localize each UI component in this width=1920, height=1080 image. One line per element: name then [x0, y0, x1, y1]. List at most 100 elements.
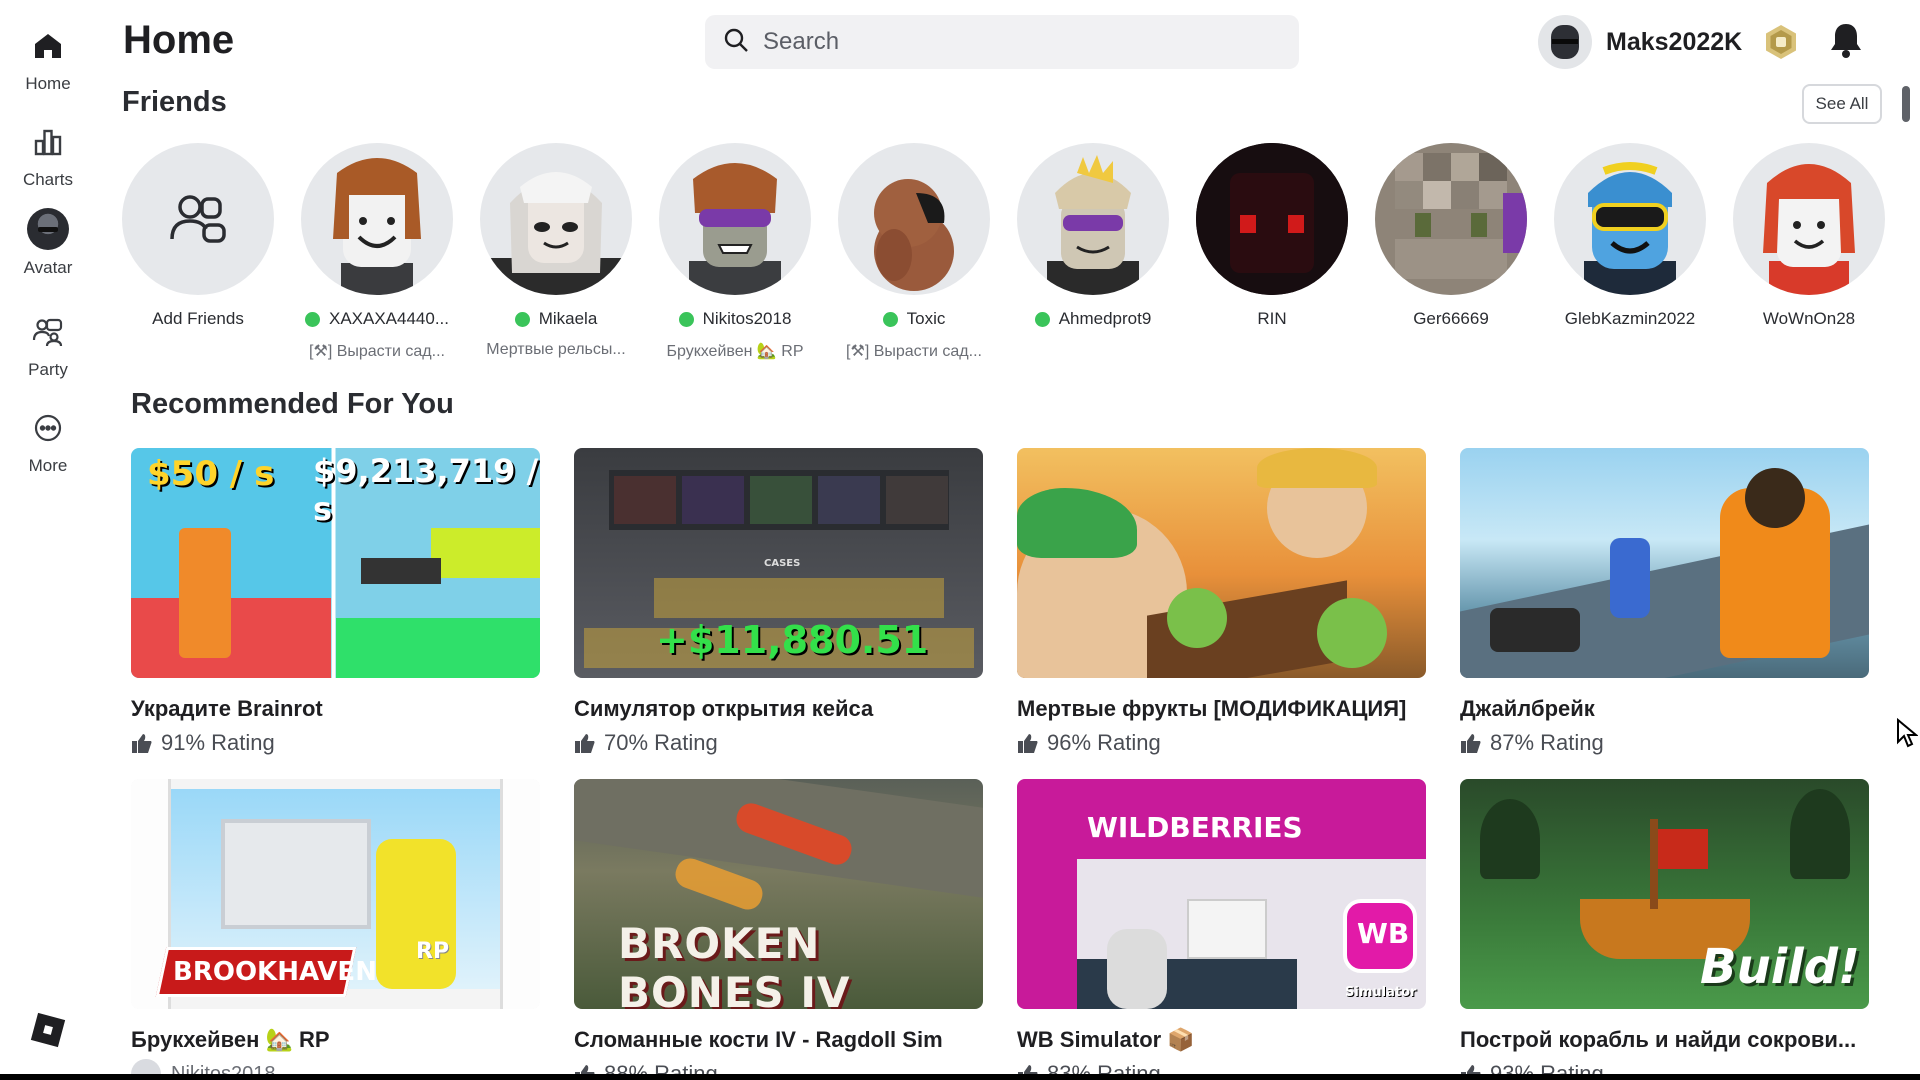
- sidebar-item-more[interactable]: More: [0, 402, 96, 488]
- game-card[interactable]: $50 / s $9,213,719 / s Украдите Brainrot…: [131, 448, 540, 756]
- friend-avatar[interactable]: [480, 143, 632, 295]
- more-icon: [30, 410, 66, 446]
- friend-avatar[interactable]: [1196, 143, 1348, 295]
- game-thumbnail[interactable]: [1460, 448, 1869, 678]
- online-indicator: [1034, 311, 1050, 327]
- game-card[interactable]: BROKEN BONES IV Сломанные кости IV - Rag…: [574, 779, 983, 1080]
- game-thumbnail[interactable]: WILDBERRIES WB Simulator: [1017, 779, 1426, 1009]
- game-thumbnail[interactable]: $50 / s $9,213,719 / s: [131, 448, 540, 678]
- game-title[interactable]: Сломанные кости IV - Ragdoll Sim: [574, 1027, 983, 1053]
- game-card[interactable]: Build! Построй корабль и найди сокрови..…: [1460, 779, 1869, 1080]
- friend-name: Ger66669: [1413, 309, 1489, 328]
- roblox-logo-icon[interactable]: [30, 1012, 66, 1048]
- friend-item[interactable]: XAXAXA4440... [⚒] Вырасти сад...: [288, 143, 466, 361]
- see-all-button[interactable]: See All: [1802, 84, 1882, 124]
- game-title[interactable]: WB Simulator 📦: [1017, 1027, 1426, 1053]
- party-icon: [30, 314, 66, 350]
- friend-avatar[interactable]: [1017, 143, 1169, 295]
- friend-avatar[interactable]: [1554, 143, 1706, 295]
- rating-text: 96% Rating: [1047, 730, 1161, 755]
- recommended-title: Recommended For You: [131, 388, 454, 420]
- friend-avatar[interactable]: [659, 143, 811, 295]
- thumbnail-text: Build!: [1700, 939, 1860, 995]
- friend-game[interactable]: Брукхейвен 🏡 RP: [667, 341, 804, 361]
- avatar-icon: [27, 208, 69, 250]
- friend-name: WoWnOn28: [1762, 309, 1856, 328]
- game-thumbnail[interactable]: BROOKHAVEN RP: [131, 779, 540, 1009]
- game-card[interactable]: CASES +$11,880.51 Симулятор открытия кей…: [574, 448, 983, 756]
- charts-icon: [30, 124, 66, 160]
- game-thumbnail[interactable]: Build!: [1460, 779, 1869, 1009]
- notification-bell-icon[interactable]: [1826, 20, 1866, 60]
- friend-name: Mikaela: [538, 309, 598, 328]
- thumbnail-text: RP: [416, 939, 450, 964]
- friend-item[interactable]: Toxic [⚒] Вырасти сад...: [825, 143, 1003, 361]
- friend-item[interactable]: Nikitos2018 Брукхейвен 🏡 RP: [646, 143, 824, 361]
- game-rating: 91% Rating: [131, 730, 540, 756]
- game-title[interactable]: Мертвые фрукты [МОДИФИКАЦИЯ]: [1017, 696, 1426, 722]
- search-input[interactable]: [763, 28, 1243, 56]
- friend-item[interactable]: WoWnOn28: [1720, 143, 1898, 329]
- friend-item[interactable]: GlebKazmin2022: [1541, 143, 1719, 329]
- sidebar-item-charts[interactable]: Charts: [0, 116, 96, 202]
- thumbnail-text: Simulator: [1345, 985, 1417, 1000]
- sidebar-item-party[interactable]: Party: [0, 306, 96, 392]
- thumbs-up-icon: [1018, 734, 1038, 753]
- search-bar[interactable]: [705, 15, 1299, 69]
- friend-name: GlebKazmin2022: [1564, 309, 1696, 328]
- game-thumbnail[interactable]: [1017, 448, 1426, 678]
- friend-item[interactable]: Mikaela Мертвые рельсы...: [467, 143, 645, 359]
- friend-name: RIN: [1257, 309, 1287, 328]
- game-title[interactable]: Симулятор открытия кейса: [574, 696, 983, 722]
- sidebar-item-label: More: [28, 456, 68, 475]
- friend-item[interactable]: Ger66669: [1362, 143, 1540, 329]
- game-card[interactable]: Мертвые фрукты [МОДИФИКАЦИЯ] 96% Rating: [1017, 448, 1426, 756]
- game-title[interactable]: Украдите Brainrot: [131, 696, 540, 722]
- rating-text: 91% Rating: [161, 730, 275, 755]
- thumbnail-text: BROOKHAVEN: [173, 957, 377, 987]
- user-menu[interactable]: Maks2022K: [1538, 14, 1800, 70]
- sidebar-item-avatar[interactable]: Avatar: [0, 208, 96, 294]
- friend-avatar[interactable]: [1375, 143, 1527, 295]
- friend-name: Toxic: [906, 309, 946, 328]
- game-thumbnail[interactable]: CASES +$11,880.51: [574, 448, 983, 678]
- add-friends-button[interactable]: Add Friends: [109, 143, 287, 329]
- rating-text: 70% Rating: [604, 730, 718, 755]
- friend-name: XAXAXA4440...: [328, 309, 450, 328]
- online-indicator: [678, 311, 694, 327]
- friend-game[interactable]: [⚒] Вырасти сад...: [846, 341, 982, 361]
- friend-item[interactable]: Ahmedprot9: [1004, 143, 1182, 341]
- username[interactable]: Maks2022K: [1606, 28, 1742, 57]
- avatar[interactable]: [1538, 15, 1592, 69]
- page-scrollbar[interactable]: [1902, 86, 1910, 122]
- thumbnail-text: WB: [1357, 917, 1410, 950]
- thumbnail-text: WILDBERRIES: [1087, 811, 1303, 844]
- robux-icon[interactable]: [1762, 23, 1800, 61]
- online-indicator: [514, 311, 530, 327]
- online-indicator: [304, 311, 320, 327]
- game-card[interactable]: Джайлбрейк 87% Rating: [1460, 448, 1869, 756]
- friend-name: Ahmedprot9: [1058, 309, 1152, 328]
- game-title[interactable]: Построй корабль и найди сокрови...: [1460, 1027, 1869, 1053]
- thumbnail-text: +$11,880.51: [656, 618, 929, 662]
- friend-game[interactable]: Мертвые рельсы...: [486, 341, 625, 359]
- friend-avatar[interactable]: [838, 143, 990, 295]
- thumbnail-text: $50 / s: [147, 454, 275, 494]
- add-friends-circle[interactable]: [122, 143, 274, 295]
- rating-text: 87% Rating: [1490, 730, 1604, 755]
- page-title: Home: [123, 18, 235, 62]
- mouse-cursor-icon: [1896, 717, 1919, 753]
- game-rating: 70% Rating: [574, 730, 983, 756]
- friend-avatar[interactable]: [301, 143, 453, 295]
- game-title[interactable]: Джайлбрейк: [1460, 696, 1869, 722]
- game-card[interactable]: WILDBERRIES WB Simulator WB Simulator 📦 …: [1017, 779, 1426, 1080]
- game-title[interactable]: Брукхейвен 🏡 RP: [131, 1027, 540, 1053]
- friend-game[interactable]: [⚒] Вырасти сад...: [309, 341, 445, 361]
- friend-item[interactable]: RIN: [1183, 143, 1361, 329]
- friend-avatar[interactable]: [1733, 143, 1885, 295]
- bottom-edge: [0, 1074, 1920, 1080]
- game-card[interactable]: BROOKHAVEN RP Брукхейвен 🏡 RP Nikitos201…: [131, 779, 540, 1080]
- home-icon: [30, 28, 66, 64]
- game-thumbnail[interactable]: BROKEN BONES IV: [574, 779, 983, 1009]
- sidebar-item-home[interactable]: Home: [0, 20, 96, 106]
